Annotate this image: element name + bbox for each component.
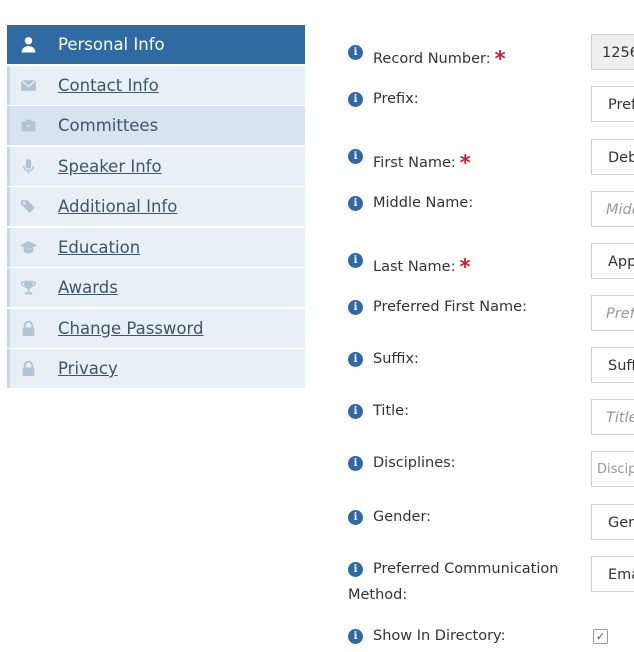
gender-select[interactable]: Gen [591,504,634,540]
sidebar-item-personal-info[interactable]: Personal Info [7,25,305,64]
microphone-icon [10,158,46,175]
info-icon[interactable]: i [348,456,363,471]
preferred-first-name-field[interactable]: Pref [591,295,634,331]
sidebar-item-committees[interactable]: Committees [7,106,305,145]
lock-icon [10,320,46,337]
communication-method-select[interactable]: Ema [591,556,634,592]
field-label: Suffix: [373,351,419,367]
sidebar-item-label[interactable]: Speaker Info [58,157,162,176]
info-icon[interactable]: i [348,352,363,367]
sidebar-item-additional-info[interactable]: Additional Info [7,187,305,226]
sidebar-nav: Personal Info Contact Info Committees Sp… [7,25,305,390]
disciplines-select[interactable]: Discip [591,451,634,487]
field-label: Gender: [373,509,432,525]
info-icon[interactable]: i [348,510,363,525]
prefix-select[interactable]: Pref [591,86,634,122]
sidebar-item-speaker-info[interactable]: Speaker Info [7,146,305,186]
required-asterisk: * [494,47,506,71]
info-icon[interactable]: i [348,149,363,164]
sidebar-item-privacy[interactable]: Privacy [7,349,305,388]
trophy-icon [10,279,46,296]
sidebar-item-change-password[interactable]: Change Password [7,308,305,348]
sidebar-item-label[interactable]: Change Password [58,319,204,338]
envelope-icon [10,77,46,94]
field-label: Title: [373,403,409,419]
title-field[interactable]: Title [591,399,634,435]
field-label: Show In Directory: [373,628,506,644]
info-icon[interactable]: i [348,92,363,107]
info-icon[interactable]: i [348,253,363,268]
user-icon [10,36,46,53]
field-label: Preferred First Name: [373,299,527,315]
middle-name-field[interactable]: Midd [591,191,634,227]
sidebar-item-label[interactable]: Privacy [58,359,118,378]
field-label: Last Name: * [373,255,471,279]
field-label: Method: [348,587,408,603]
sidebar-item-label[interactable]: Awards [58,278,118,297]
record-number-field: 1256 [591,34,634,70]
field-label: Disciplines: [373,455,456,471]
briefcase-icon [10,117,46,134]
sidebar-item-label: Personal Info [58,35,165,54]
graduation-cap-icon [10,239,46,256]
info-icon[interactable]: i [348,300,363,315]
sidebar-item-label[interactable]: Contact Info [58,76,159,95]
info-icon[interactable]: i [348,629,363,644]
info-icon[interactable]: i [348,196,363,211]
field-label: Preferred Communication [373,561,559,577]
first-name-field[interactable]: Deb [591,139,634,175]
required-asterisk: * [459,255,471,279]
field-label: First Name: * [373,151,471,175]
sidebar-item-label[interactable]: Committees [58,116,158,135]
show-in-directory-checkbox[interactable]: ✓ [593,629,608,644]
sidebar-item-label[interactable]: Additional Info [58,197,177,216]
sidebar-item-education[interactable]: Education [7,227,305,267]
info-icon[interactable]: i [348,45,363,60]
suffix-select[interactable]: Suff [591,347,634,383]
sidebar-item-awards[interactable]: Awards [7,268,305,307]
lock-icon [10,360,46,377]
field-label: Middle Name: [373,195,474,211]
field-label: Record Number: * [373,47,506,71]
field-label: Prefix: [373,91,419,107]
sidebar-item-contact-info[interactable]: Contact Info [7,65,305,105]
required-asterisk: * [459,151,471,175]
info-icon[interactable]: i [348,562,363,577]
last-name-field[interactable]: App [591,243,634,279]
info-icon[interactable]: i [348,404,363,419]
tags-icon [10,198,46,215]
sidebar-item-label[interactable]: Education [58,238,140,257]
